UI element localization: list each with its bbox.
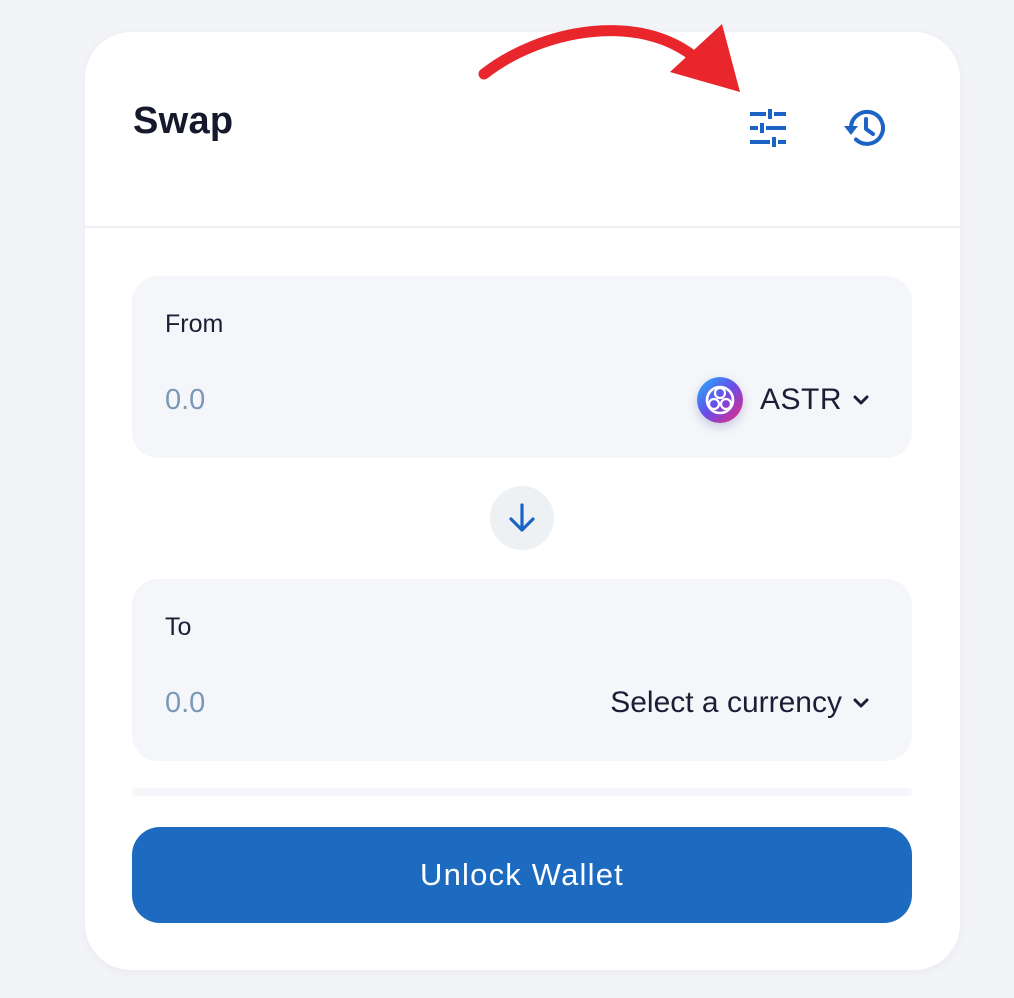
chevron-down-icon xyxy=(853,698,869,708)
astr-token-logo xyxy=(696,377,743,423)
arrow-down-icon xyxy=(509,503,535,532)
to-currency-selector[interactable]: Select a currency xyxy=(610,677,872,729)
chevron-down-icon xyxy=(853,395,869,405)
from-amount-input[interactable] xyxy=(165,380,465,420)
to-label: To xyxy=(165,613,192,641)
from-label: From xyxy=(165,310,224,338)
from-token-selector[interactable]: ASTR xyxy=(696,374,872,426)
to-amount-input[interactable] xyxy=(165,683,465,723)
swap-header: Swap xyxy=(85,32,960,228)
sliders-icon xyxy=(750,109,786,147)
from-token-symbol: ASTR xyxy=(759,383,842,416)
from-panel: From ASTR xyxy=(132,276,912,458)
unlock-wallet-button[interactable]: Unlock Wallet xyxy=(132,827,912,923)
switch-direction-button[interactable] xyxy=(490,486,554,550)
select-currency-label: Select a currency xyxy=(610,686,842,719)
history-icon xyxy=(844,109,885,146)
history-button[interactable] xyxy=(838,102,890,154)
divider xyxy=(132,788,912,796)
settings-button[interactable] xyxy=(742,102,794,154)
page-title: Swap xyxy=(133,100,234,142)
to-panel: To Select a currency xyxy=(132,579,912,761)
swap-card: Swap From 0.0 ASTR To 0.0 Select a curre… xyxy=(85,32,960,970)
